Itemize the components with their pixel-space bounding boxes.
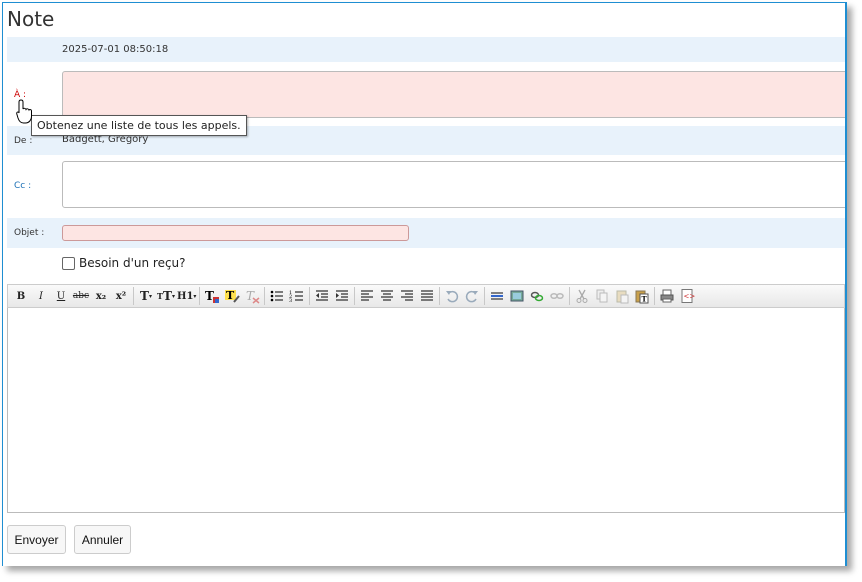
clear-format-icon[interactable]: T [242,287,262,305]
toolbar-separator [264,287,266,305]
datetime-value: 2025-07-01 08:50:18 [62,44,169,55]
receipt-label[interactable]: Besoin d'un reçu? [79,256,186,270]
text-color-icon[interactable]: T [202,287,222,305]
note-window: Note 2025-07-01 08:50:18 À : De : Badget… [2,2,847,566]
svg-text:T: T [642,295,648,304]
unlink-icon[interactable] [547,287,567,305]
align-center-icon[interactable] [377,287,397,305]
cc-field[interactable] [62,161,847,208]
highlight-icon[interactable]: T [222,287,242,305]
link-icon[interactable] [527,287,547,305]
datetime-band: 2025-07-01 08:50:18 [7,37,847,62]
paste-icon[interactable] [612,287,632,305]
source-code-icon[interactable]: <> [677,287,697,305]
receipt-checkbox[interactable] [62,256,75,270]
send-button[interactable]: Envoyer [7,525,66,554]
font-size-button[interactable]: T ▾ [136,287,156,305]
toolbar-separator [654,287,656,305]
message-editor[interactable] [7,308,845,513]
toolbar-separator [484,287,486,305]
font-family-label: T [163,289,172,303]
hand-cursor-icon [16,99,32,124]
subject-input[interactable] [62,225,409,241]
justify-icon[interactable] [417,287,437,305]
font-family-button[interactable]: T T ▾ [156,287,176,305]
align-left-icon[interactable] [357,287,377,305]
outdent-icon[interactable] [312,287,332,305]
from-label: De : [14,136,33,146]
toolbar-separator [309,287,311,305]
image-icon[interactable] [507,287,527,305]
heading-label: H1 [177,290,194,302]
heading-button[interactable]: H1 ▾ [176,287,197,305]
undo-icon[interactable] [442,287,462,305]
subscript-button[interactable]: x₂ [91,287,111,305]
to-field[interactable] [62,71,847,118]
font-size-label: T [140,289,149,303]
svg-text:3: 3 [289,298,292,304]
paste-text-icon[interactable]: T [632,287,652,305]
cc-label[interactable]: Cc : [14,181,31,191]
align-right-icon[interactable] [397,287,417,305]
underline-button[interactable]: U [51,287,71,305]
toolbar-separator [439,287,441,305]
numbered-list-icon[interactable]: 123 [287,287,307,305]
toolbar-separator [133,287,134,305]
editor-toolbar: B I U abc x₂ x² T▾ TT▾ H1▾ T T T 123 [7,284,845,308]
subject-band: Objet : [7,218,847,248]
toolbar-separator [354,287,356,305]
svg-text:T: T [205,289,214,303]
horizontal-rule-icon[interactable] [487,287,507,305]
toolbar-separator [569,287,571,305]
tooltip: Obtenez une liste de tous les appels. [31,115,247,136]
svg-text:T: T [246,289,255,303]
page-title: Note [7,7,55,31]
strikethrough-button[interactable]: abc [71,287,91,305]
bullet-list-icon[interactable] [267,287,287,305]
superscript-button[interactable]: x² [111,287,131,305]
svg-text:<>: <> [684,293,696,301]
print-icon[interactable] [657,287,677,305]
subject-label: Objet : [14,228,45,238]
bold-button[interactable]: B [11,287,31,305]
receipt-row[interactable]: Besoin d'un reçu? [62,256,186,270]
redo-icon[interactable] [462,287,482,305]
cancel-button[interactable]: Annuler [74,525,131,554]
indent-icon[interactable] [332,287,352,305]
copy-icon[interactable] [592,287,612,305]
toolbar-separator [199,287,201,305]
svg-text:T: T [226,289,235,302]
cut-icon[interactable] [572,287,592,305]
italic-button[interactable]: I [31,287,51,305]
